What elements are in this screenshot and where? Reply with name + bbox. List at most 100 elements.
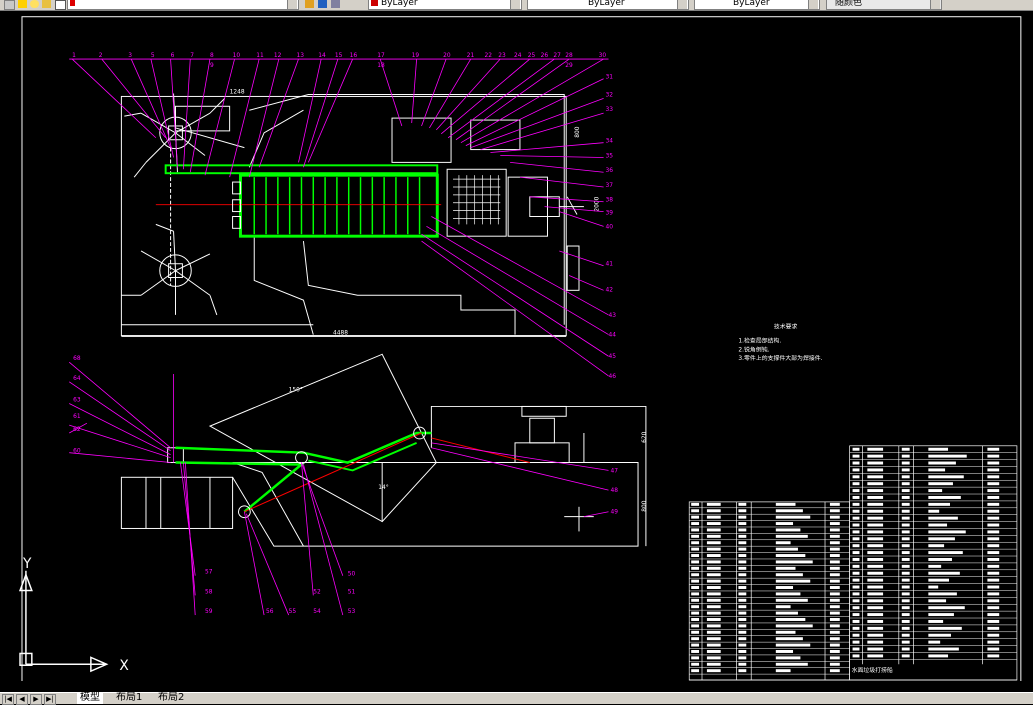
table-cell xyxy=(738,522,747,526)
label-33: 33 xyxy=(606,107,614,113)
dim-4488: 4488 xyxy=(333,331,348,337)
table-cell xyxy=(706,611,721,615)
first-tab-button[interactable]: |◀ xyxy=(2,694,14,705)
prev-tab-button[interactable]: ◀ xyxy=(16,694,28,705)
tech-line-3: 3.零件上的支撑件大部为焊接件. xyxy=(738,354,822,362)
table-cell xyxy=(928,578,950,582)
label-28: 28 xyxy=(565,53,573,59)
next-tab-button[interactable]: ▶ xyxy=(30,694,42,705)
table-cell xyxy=(691,560,700,564)
table-cell xyxy=(901,516,910,520)
table-cell xyxy=(867,489,884,493)
table-cell xyxy=(901,461,910,465)
table-cell xyxy=(852,571,860,575)
table-cell xyxy=(987,557,1000,561)
table-cell xyxy=(867,461,884,465)
table-cell xyxy=(738,643,747,647)
plan-outline xyxy=(120,95,567,337)
label-68: 68 xyxy=(73,356,81,362)
tab-layout1[interactable]: 布局1 xyxy=(113,693,145,704)
table-cell xyxy=(852,495,860,499)
table-cell xyxy=(691,573,700,577)
table-cell xyxy=(829,502,840,506)
label-57: 57 xyxy=(205,570,213,576)
table-cell xyxy=(928,654,949,658)
drawing-canvas[interactable]: 4488 1248 800 2000 1 2 3 5 6 7 8 9 10 11… xyxy=(0,11,1033,692)
table-cell xyxy=(829,554,840,558)
label-42: 42 xyxy=(606,287,614,293)
table-cell xyxy=(706,541,721,545)
label-18: 18 xyxy=(377,63,385,69)
table-cell xyxy=(867,626,884,630)
label-43: 43 xyxy=(609,313,617,319)
table-cell xyxy=(829,669,840,673)
technical-requirements: 技术要求 1.检查局部结构. 2.锐角倒钝. 3.零件上的支撑件大部为焊接件. xyxy=(738,323,822,362)
tech-line-1: 1.检查局部结构. xyxy=(738,336,781,344)
table-cell xyxy=(829,534,840,538)
dim-1248: 1248 xyxy=(230,89,245,95)
label-47: 47 xyxy=(610,468,618,474)
label-16: 16 xyxy=(350,53,358,59)
label-5: 5 xyxy=(151,53,155,59)
label-1: 1 xyxy=(72,53,76,59)
table-cell xyxy=(987,633,1000,637)
table-cell xyxy=(775,579,811,583)
table-cell xyxy=(852,468,860,472)
table-cell xyxy=(928,613,954,617)
table-cell xyxy=(691,502,700,506)
table-cell xyxy=(987,516,1000,520)
label-64: 64 xyxy=(73,376,81,382)
last-tab-button[interactable]: ▶| xyxy=(44,694,56,705)
table-cell xyxy=(987,530,1000,534)
label-31: 31 xyxy=(606,75,614,81)
label-41: 41 xyxy=(606,262,614,268)
table-cell xyxy=(829,579,840,583)
table-cell xyxy=(987,502,1000,506)
table-cell xyxy=(775,515,811,519)
table-cell xyxy=(706,534,721,538)
table-cell xyxy=(987,551,1000,555)
table-cell xyxy=(738,611,747,615)
table-cell xyxy=(852,530,860,534)
table-cell xyxy=(901,633,910,637)
table-cell xyxy=(928,447,949,451)
table-cell xyxy=(738,534,747,538)
table-cell xyxy=(852,523,860,527)
table-cell xyxy=(852,578,860,582)
table-cell xyxy=(829,611,840,615)
table-cell xyxy=(706,579,721,583)
table-cell xyxy=(706,502,721,506)
label-35: 35 xyxy=(606,153,614,159)
table-cell xyxy=(691,662,700,666)
table-cell xyxy=(706,598,721,602)
dim-620: 620 xyxy=(642,431,648,442)
plan-leaders xyxy=(69,58,609,377)
table-cell xyxy=(901,530,910,534)
motor-gearbox xyxy=(391,117,452,163)
table-cell xyxy=(829,566,840,570)
table-cell xyxy=(829,592,840,596)
table-cell xyxy=(852,482,860,486)
tab-layout2[interactable]: 布局2 xyxy=(155,693,187,704)
table-cell xyxy=(852,544,860,548)
table-cell xyxy=(738,502,747,506)
table-cell xyxy=(775,502,796,506)
table-cell xyxy=(829,547,840,551)
table-cell xyxy=(691,598,700,602)
table-cell xyxy=(829,573,840,577)
table-cell xyxy=(928,633,951,637)
table-cell xyxy=(901,509,910,513)
table-cell xyxy=(901,592,910,596)
table-cell xyxy=(706,605,721,609)
table-cell xyxy=(867,599,884,603)
table-cell xyxy=(829,586,840,589)
tab-model[interactable]: 模型 xyxy=(77,693,103,704)
table-cell xyxy=(867,613,884,617)
table-cell xyxy=(775,618,806,621)
label-46: 46 xyxy=(609,374,617,380)
table-cell xyxy=(775,573,803,577)
table-cell xyxy=(775,566,796,570)
dim-800b: 800 xyxy=(642,500,648,511)
table-cell xyxy=(867,454,884,458)
table-cell xyxy=(867,530,884,534)
